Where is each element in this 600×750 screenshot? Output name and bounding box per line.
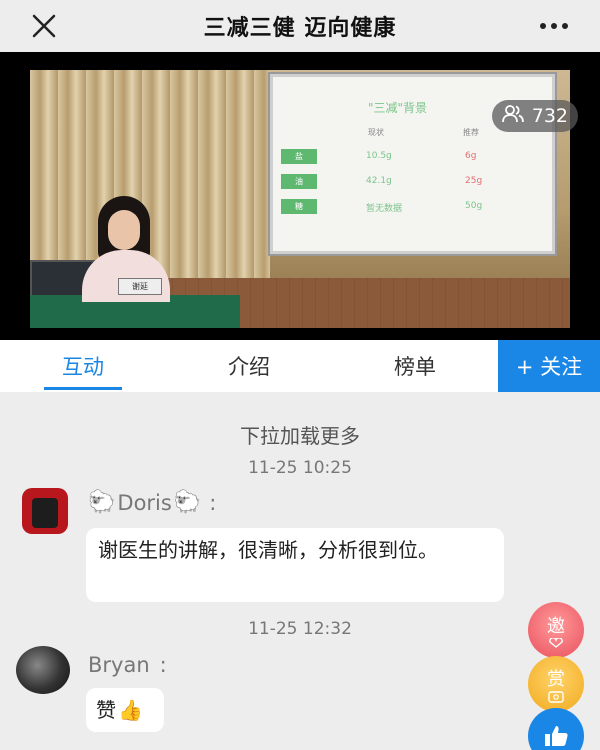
username-colon: : [209,490,217,515]
message-timestamp: 11-25 10:25 [248,458,352,478]
tab-interaction[interactable]: 互动 [0,340,166,392]
reward-button[interactable]: 赏 [528,656,584,712]
tab-label: 介绍 [228,355,270,379]
slide-col-current: 现状 [368,128,384,137]
tab-bar: 互动 介绍 榜单 + 关注 [0,340,600,392]
live-video-player[interactable]: "三减"背景 现状 推荐 盐 10.5g 6g 油 42.1g 25g 糖 暂无… [0,52,600,340]
slide-tag: 油 [281,174,317,189]
tab-label: 互动 [62,355,104,379]
slide-value: 25g [465,176,483,186]
tab-leaderboard[interactable]: 榜单 [332,340,498,392]
thumbs-up-icon [545,726,568,746]
username: Bryan : [88,653,167,677]
message-text: 赞 [96,698,116,722]
load-more-hint[interactable]: 下拉加载更多 [0,420,600,449]
invite-button[interactable]: 邀 [528,602,584,658]
close-icon[interactable] [28,10,60,42]
username-text: Doris [117,490,172,515]
slide-value: 6g [465,151,477,161]
username-text: Bryan [88,653,150,677]
message-bubble: 赞 👍 [86,688,164,732]
message-timestamp: 11-25 12:32 [248,619,352,639]
more-dots-icon[interactable] [534,10,574,42]
thumbs-up-emoji: 👍 [118,698,143,722]
slide-title: "三减"背景 [368,101,428,115]
slide-tag: 盐 [281,149,317,164]
tab-label: 榜单 [394,355,436,379]
slide-value: 暂无数据 [366,204,403,214]
slide-value: 42.1g [366,176,392,186]
follow-button[interactable]: + 关注 [498,340,600,392]
coin-icon [548,691,564,703]
slide-value: 10.5g [366,151,392,161]
heart-icon [549,638,563,648]
slide-tag: 糖 [281,199,317,214]
reward-label: 赏 [547,669,565,690]
name-plate: 谢延 [118,278,162,295]
page-title: 三减三健 迈向健康 [203,16,397,41]
video-frame: "三减"背景 现状 推荐 盐 10.5g 6g 油 42.1g 25g 糖 暂无… [30,70,570,328]
avatar[interactable] [22,488,68,534]
sheep-emoji: 🐑 [88,490,116,515]
avatar[interactable] [16,646,70,694]
slide-col-recommended: 推荐 [463,128,479,137]
like-button[interactable] [528,708,584,750]
people-icon [501,104,524,129]
username-colon: : [159,653,167,677]
viewer-count-badge: 732 [491,100,578,132]
message-bubble: 谢医生的讲解，很清晰，分析很到位。 [86,528,504,602]
invite-label: 邀 [547,616,565,637]
username: 🐑 Doris 🐑 : [88,490,216,515]
sheep-emoji: 🐑 [173,490,202,515]
slide-value: 50g [465,201,483,211]
top-bar: 三减三健 迈向健康 [0,0,600,52]
tab-introduction[interactable]: 介绍 [166,340,332,392]
viewer-count: 732 [531,105,568,127]
tab-underline [44,387,122,390]
